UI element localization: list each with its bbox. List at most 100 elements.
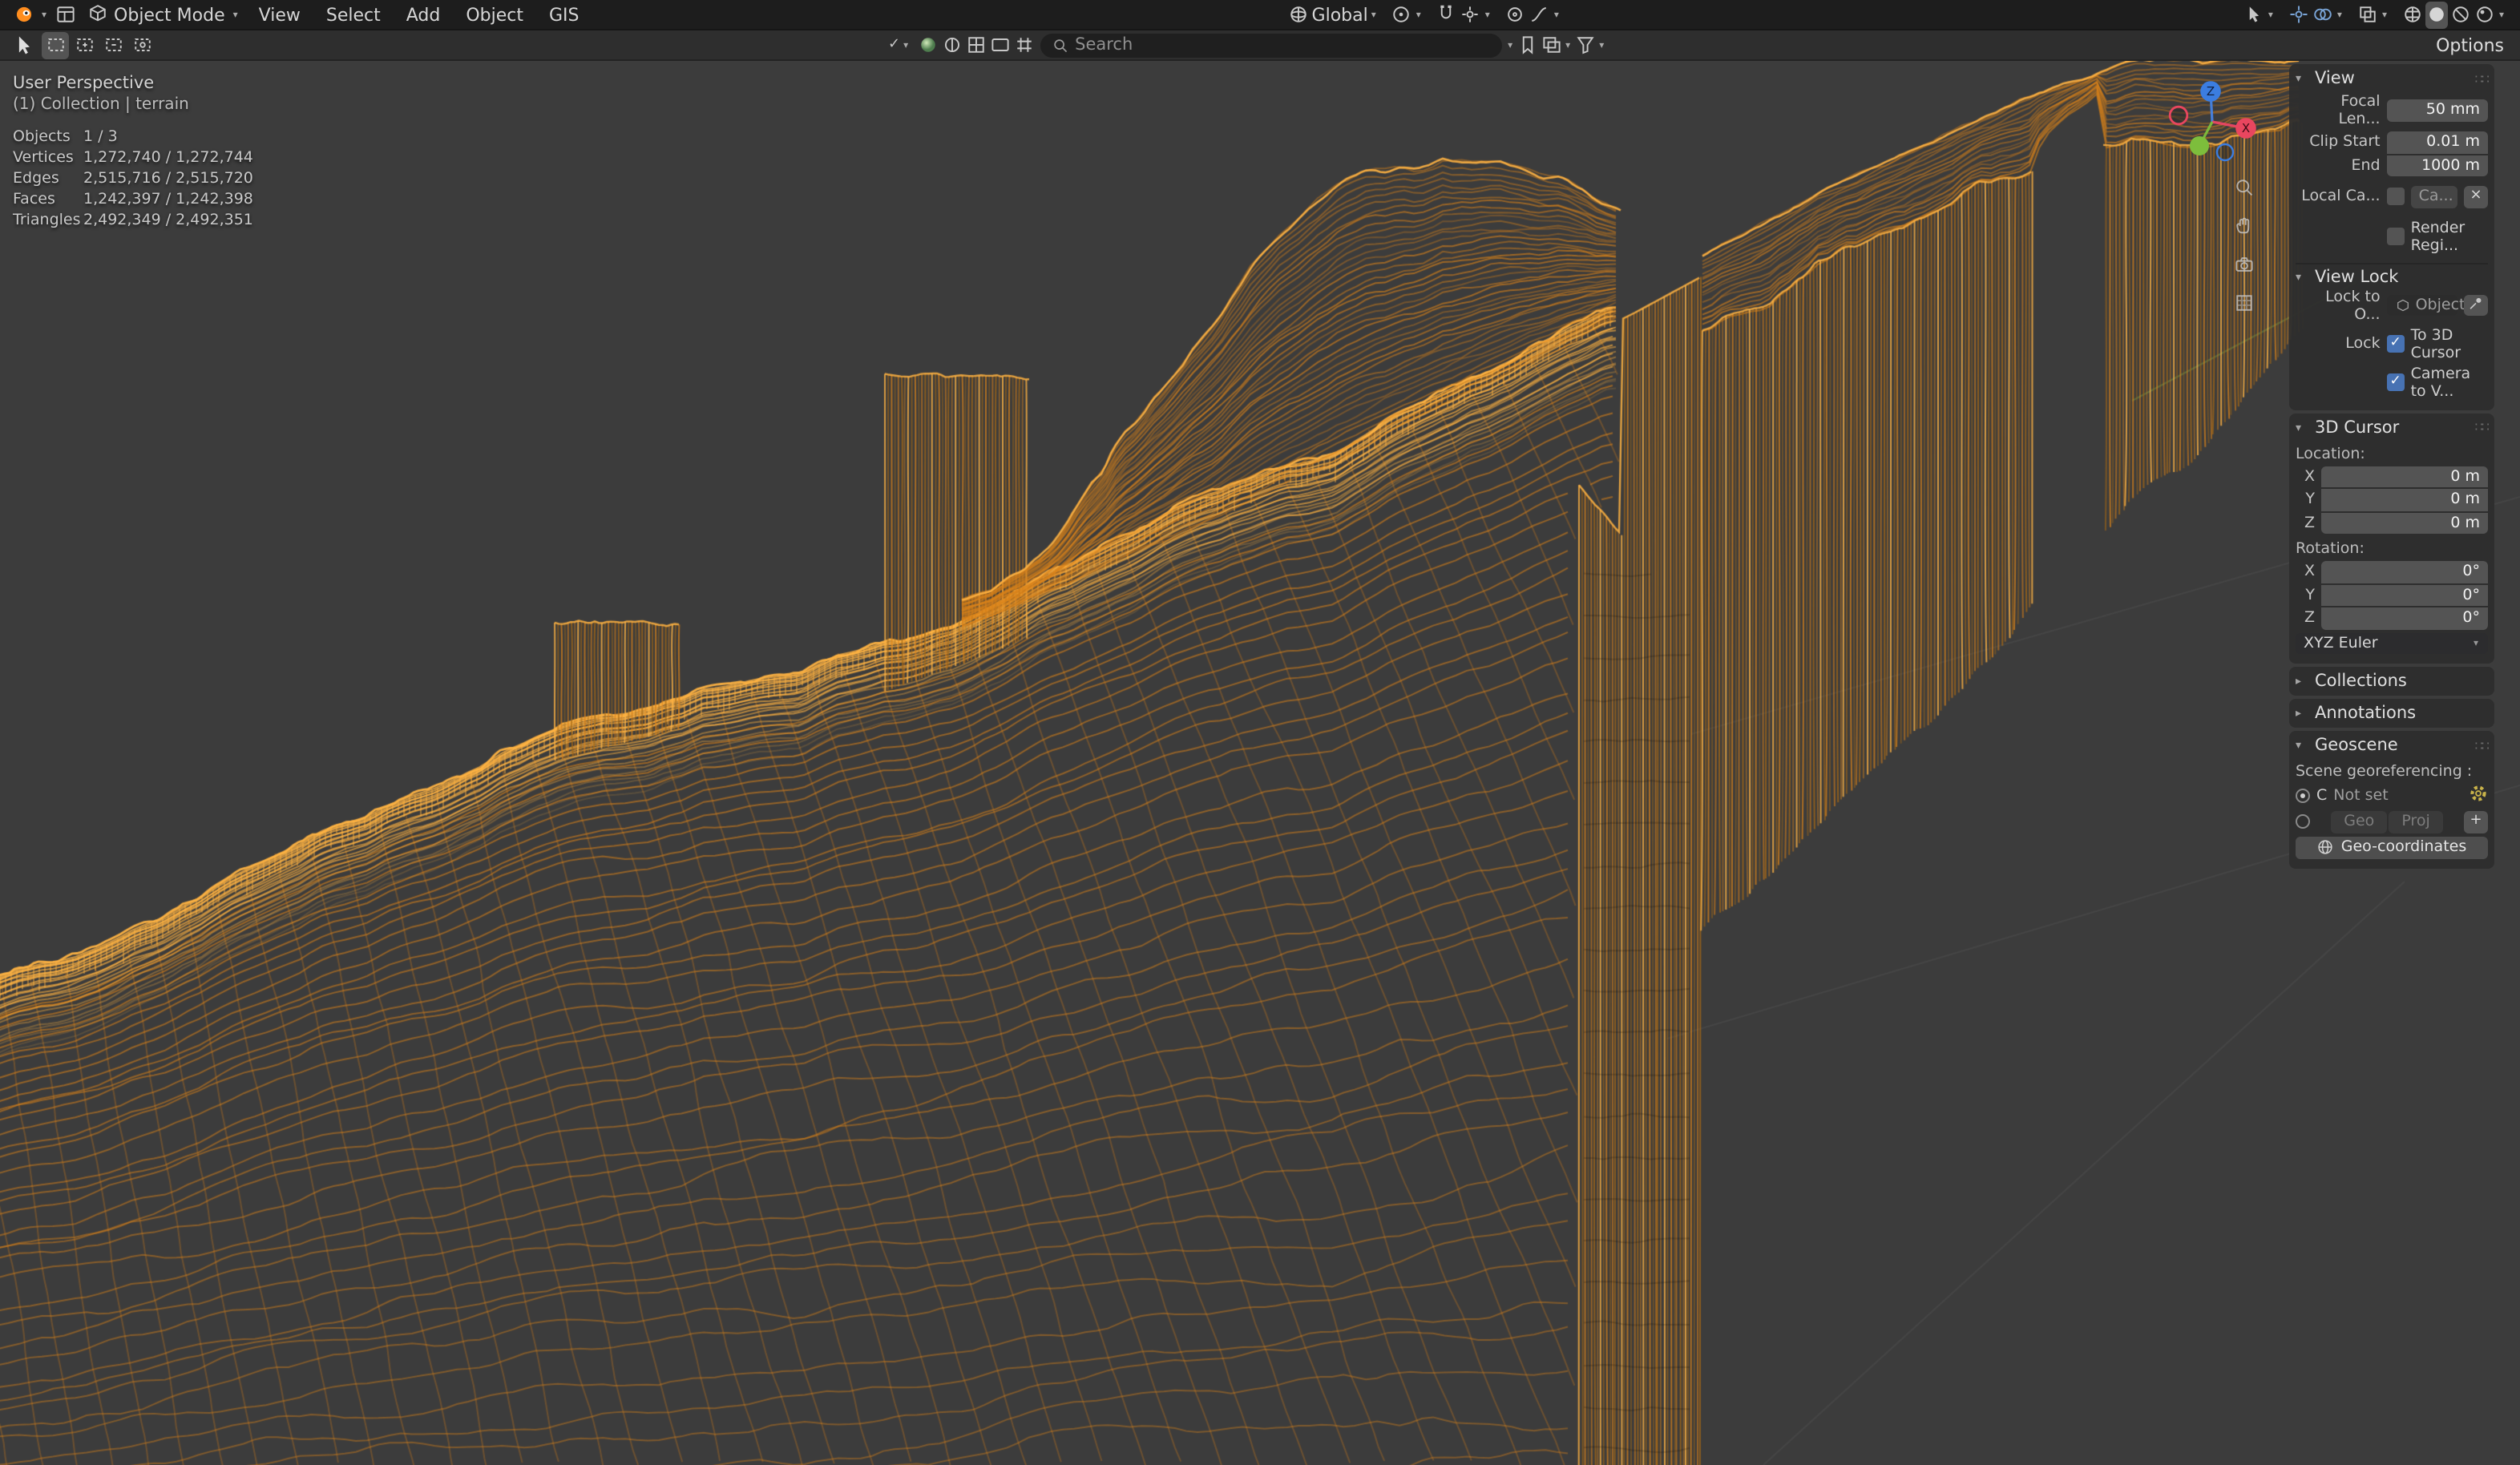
geo-button[interactable]: Geo: [2331, 811, 2388, 833]
focal-length-field[interactable]: 50 mm: [2386, 99, 2488, 122]
chevron-down-icon: ▾: [2336, 9, 2342, 20]
search-input[interactable]: Search: [1040, 33, 1502, 57]
panel-collections[interactable]: ▸ Collections: [2289, 667, 2494, 696]
grid-snap-icon[interactable]: [1012, 31, 1035, 59]
stat-value: 1,272,740 / 1,272,744: [83, 149, 253, 167]
focal-length-label: Focal Len...: [2338, 93, 2381, 128]
object-placeholder: Object: [2415, 296, 2465, 314]
filter-funnel-icon[interactable]: [1573, 31, 1596, 59]
object-types-dropdown[interactable]: ▾: [2238, 1, 2280, 28]
panel-title: View Lock: [2315, 267, 2399, 286]
magnet-icon[interactable]: [1436, 1, 1458, 28]
clear-button[interactable]: ×: [2464, 186, 2488, 208]
projection-radio[interactable]: [2296, 814, 2310, 829]
search-options-dropdown[interactable]: ▾: [1508, 39, 1512, 50]
proportional-controls: ▾: [1500, 1, 1565, 28]
select-box-new-button[interactable]: [42, 31, 69, 59]
search-icon: [1053, 38, 1067, 52]
chevron-down-icon: ▾: [2268, 9, 2273, 20]
render-region-checkbox[interactable]: [2386, 228, 2405, 245]
panel-drag-grip[interactable]: ∷∷: [2475, 420, 2490, 434]
clip-start-field[interactable]: 0.01 m: [2386, 131, 2488, 153]
screen-icon[interactable]: [988, 31, 1011, 59]
camera-view-button[interactable]: [2230, 250, 2257, 277]
panel-view-lock-header[interactable]: ▾ View Lock: [2296, 262, 2488, 286]
gizmo-toggle-icon[interactable]: [2288, 1, 2310, 28]
overlays-toggle-icon[interactable]: [2312, 1, 2334, 28]
chevron-down-icon: ▾: [42, 9, 47, 20]
panel-3d-cursor-header[interactable]: ▾ 3D Cursor ∷∷: [2296, 416, 2490, 438]
select-box-subtract-button[interactable]: [99, 31, 127, 59]
eyedropper-button[interactable]: [2464, 294, 2488, 317]
zoom-button[interactable]: [2230, 173, 2257, 200]
editor-type-button[interactable]: [51, 1, 79, 28]
panel-drag-grip[interactable]: ∷∷: [2475, 71, 2490, 86]
shading-material-button[interactable]: [2449, 1, 2472, 28]
material-sphere-icon[interactable]: [916, 31, 939, 59]
shading-rendered-button[interactable]: [2474, 1, 2496, 28]
menu-object[interactable]: Object: [454, 0, 535, 30]
menu-gis[interactable]: GIS: [538, 0, 591, 30]
display-mode-icon[interactable]: [1540, 31, 1562, 59]
local-camera-checkbox[interactable]: [2386, 188, 2405, 206]
chevron-down-icon: ▾: [2296, 421, 2302, 434]
panel-view-header[interactable]: ▾ View ∷∷: [2296, 67, 2490, 90]
menu-select[interactable]: Select: [315, 0, 392, 30]
chevron-right-icon: ▸: [2296, 707, 2302, 720]
terrain-mesh-canvas[interactable]: [0, 61, 2520, 1465]
select-box-extend-button[interactable]: [71, 31, 98, 59]
navigation-gizmo[interactable]: Z X: [2167, 77, 2257, 167]
clip-start-label: Clip Start: [2309, 133, 2381, 151]
crs-radio[interactable]: [2296, 789, 2310, 803]
half-sphere-icon[interactable]: [940, 31, 963, 59]
add-crs-button[interactable]: +: [2464, 811, 2488, 833]
lock-to-cursor-label: To 3D Cursor: [2410, 326, 2461, 361]
crs-settings-gear-icon[interactable]: [2469, 784, 2488, 808]
snap-target-icon[interactable]: [1460, 1, 1482, 28]
falloff-curve-icon[interactable]: [1529, 1, 1551, 28]
select-box-intersect-button[interactable]: [128, 31, 155, 59]
rotation-order-dropdown[interactable]: XYZ Euler ▾: [2296, 632, 2488, 654]
lock-to-cursor-checkbox[interactable]: ✓: [2386, 335, 2405, 353]
menu-view[interactable]: View: [248, 0, 312, 30]
cursor-rotation-y-field[interactable]: 0°: [2321, 584, 2488, 606]
axis-label: Z: [2304, 514, 2315, 531]
clip-end-field[interactable]: 1000 m: [2386, 155, 2488, 176]
bookmark-icon[interactable]: [1516, 31, 1538, 59]
axis-label: Z: [2304, 609, 2315, 627]
cursor-location-y-field[interactable]: 0 m: [2321, 489, 2488, 511]
xray-toggle-group: ▾: [2352, 1, 2393, 28]
cursor-rotation-z-field[interactable]: 0°: [2321, 607, 2488, 629]
active-tool-cursor-icon[interactable]: [10, 31, 37, 59]
shading-solid-button[interactable]: [2425, 1, 2448, 28]
visibility-check-dropdown[interactable]: ✓ ▾: [883, 37, 915, 53]
scene-statistics: Objects 1 / 3 Vertices 1,272,740 / 1,272,7…: [13, 128, 253, 229]
texture-icon[interactable]: [964, 31, 987, 59]
perspective-toggle-button[interactable]: [2230, 289, 2257, 316]
cursor-location-x-field[interactable]: 0 m: [2321, 466, 2488, 487]
orientation-dropdown[interactable]: Global ▾: [1283, 1, 1383, 28]
pivot-dropdown[interactable]: ▾: [1386, 1, 1428, 28]
geo-coordinates-button[interactable]: Geo-coordinates: [2296, 836, 2488, 858]
camera-to-view-checkbox[interactable]: ✓: [2386, 373, 2405, 391]
view-perspective-label: User Perspective: [13, 74, 155, 93]
xray-toggle-icon[interactable]: [2356, 1, 2379, 28]
lock-to-object-field[interactable]: Object: [2386, 294, 2465, 317]
proj-button[interactable]: Proj: [2389, 811, 2443, 833]
svg-text:X: X: [2242, 121, 2250, 135]
cursor-rotation-x-field[interactable]: 0°: [2321, 561, 2488, 583]
menu-add[interactable]: Add: [395, 0, 452, 30]
cursor-location-z-field[interactable]: 0 m: [2321, 512, 2488, 534]
proportional-edit-icon[interactable]: [1504, 1, 1527, 28]
panel-annotations[interactable]: ▸ Annotations: [2289, 699, 2494, 728]
panel-title: Geoscene: [2315, 736, 2398, 755]
viewport-header: ▾ Object Mode ▾ View Select Add Object G…: [0, 0, 2520, 30]
mode-dropdown[interactable]: Object Mode ▾: [82, 1, 244, 28]
pan-hand-button[interactable]: [2230, 212, 2257, 239]
panel-geoscene-header[interactable]: ▾ Geoscene ∷∷: [2296, 734, 2490, 757]
app-menu-button[interactable]: [10, 1, 37, 28]
shading-wireframe-button[interactable]: [2401, 1, 2424, 28]
local-camera-field[interactable]: Ca...: [2410, 186, 2457, 208]
options-toggle[interactable]: Options: [2429, 34, 2510, 55]
panel-drag-grip[interactable]: ∷∷: [2475, 738, 2490, 753]
